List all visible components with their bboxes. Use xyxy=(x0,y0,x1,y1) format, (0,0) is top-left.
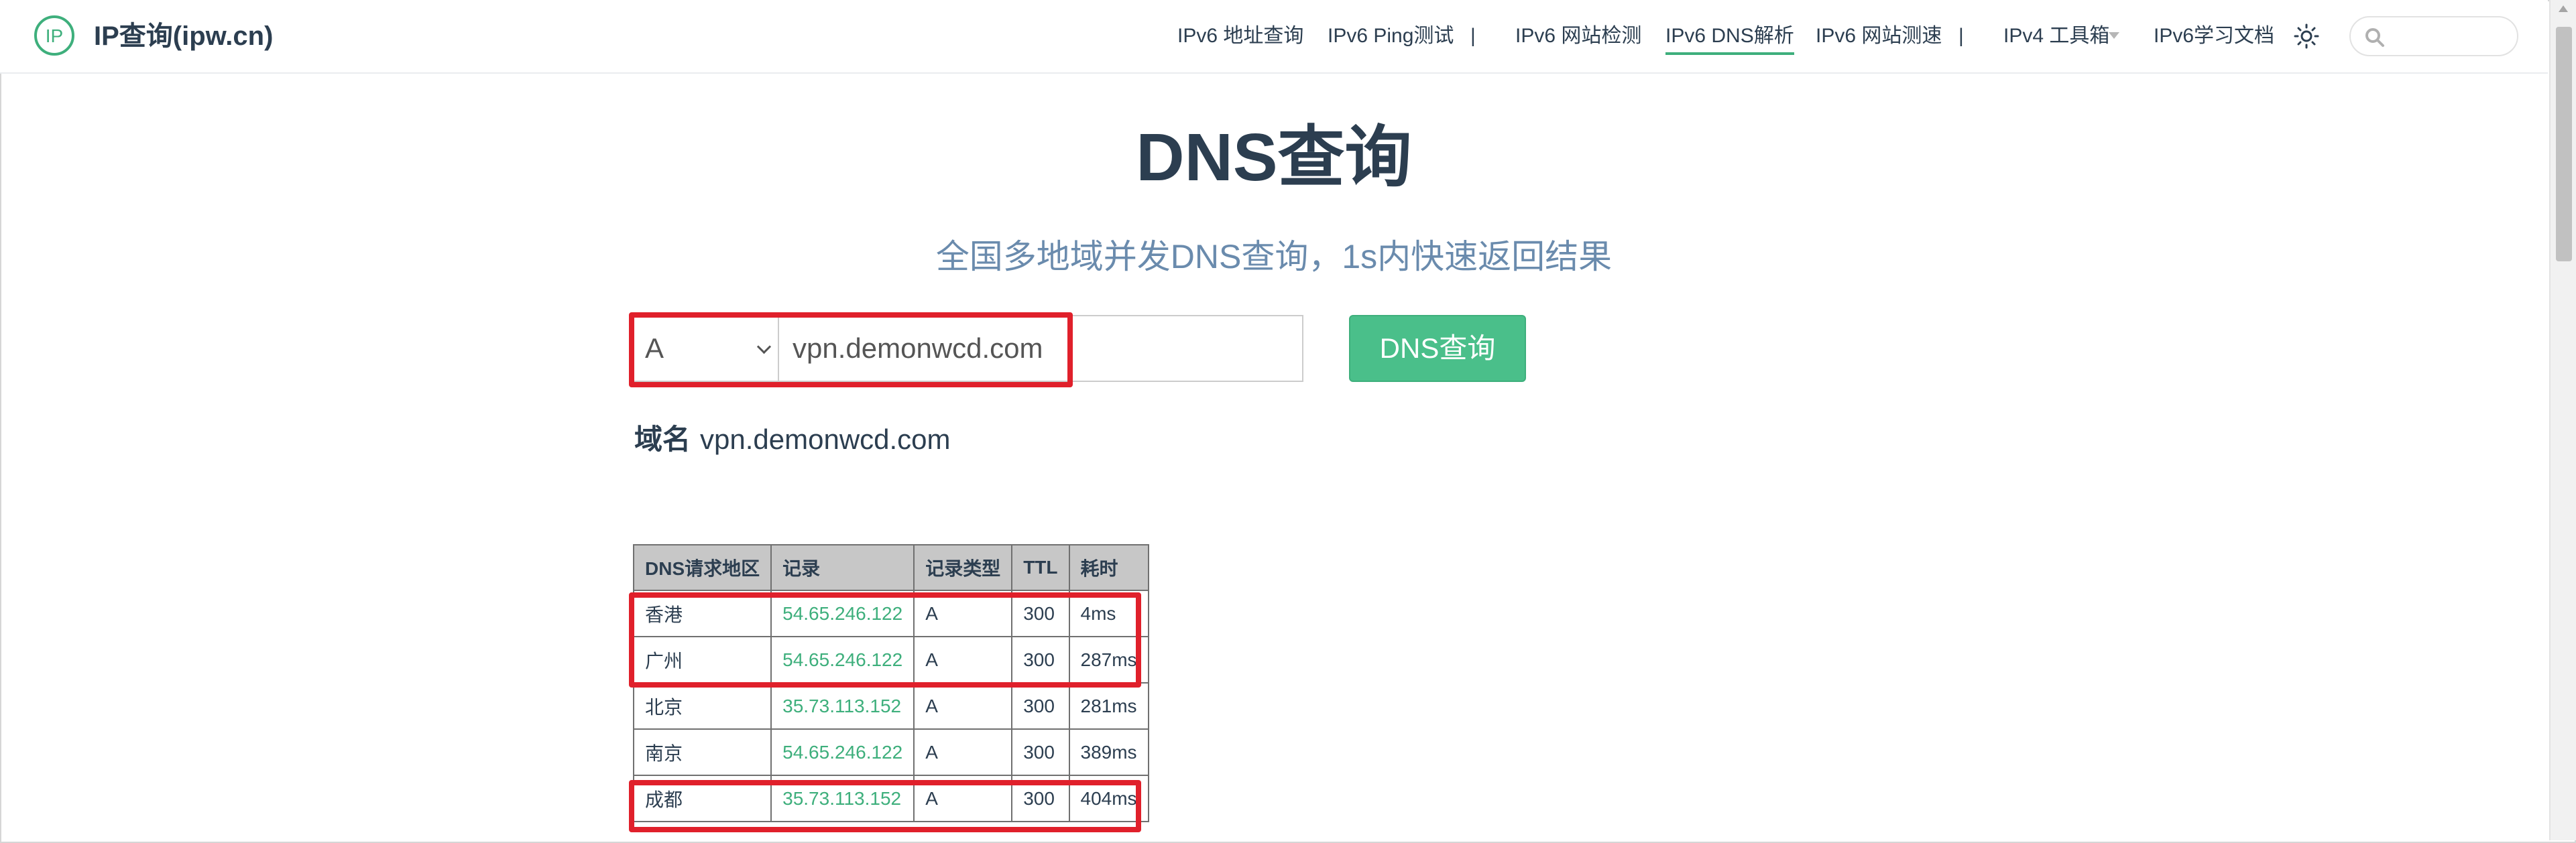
page-subtitle: 全国多地域并发DNS查询，1s内快速返回结果 xyxy=(935,238,1613,275)
cell-time: 389ms xyxy=(1068,728,1149,776)
record-type-select[interactable]: A xyxy=(630,315,778,382)
table-row: 广州 54.65.246.122 A 300 287ms xyxy=(632,636,1149,684)
cell-record: 35.73.113.152 xyxy=(770,682,915,730)
page-title: DNS查询 xyxy=(1136,120,1412,195)
domain-input[interactable] xyxy=(778,315,1303,382)
sun-icon[interactable] xyxy=(2293,23,2320,50)
cell-region: 广州 xyxy=(632,636,772,684)
nav-ipv4-toolbox[interactable]: IPv4 工具箱 xyxy=(2003,23,2109,50)
cell-ttl: 300 xyxy=(1011,775,1070,822)
top-navbar: IP IP查询(ipw.cn) IPv6 地址查询 IPv6 Ping测试 | … xyxy=(0,0,2548,74)
site-title[interactable]: IP查询(ipw.cn) xyxy=(94,19,273,54)
search-icon xyxy=(2365,28,2384,47)
cell-ttl: 300 xyxy=(1011,636,1070,684)
cell-time: 287ms xyxy=(1068,636,1149,684)
cell-region: 香港 xyxy=(632,590,772,637)
cell-ttl: 300 xyxy=(1011,590,1070,637)
col-time: 耗时 xyxy=(1068,544,1149,591)
nav-separator: | xyxy=(1470,25,1476,47)
chevron-down-icon xyxy=(756,339,772,354)
nav-ipv6-site-speed[interactable]: IPv6 网站测速 xyxy=(1816,23,1942,50)
cell-time: 281ms xyxy=(1068,682,1149,730)
col-ttl: TTL xyxy=(1011,544,1070,591)
cell-record: 54.65.246.122 xyxy=(770,728,915,776)
cell-region: 北京 xyxy=(632,682,772,730)
dns-result-table: DNS请求地区 记录 记录类型 TTL 耗时 香港 54.65.246.122 … xyxy=(632,544,1149,822)
cell-record: 35.73.113.152 xyxy=(770,775,915,822)
table-row: 北京 35.73.113.152 A 300 281ms xyxy=(632,682,1149,730)
col-region: DNS请求地区 xyxy=(632,544,772,591)
cell-region: 南京 xyxy=(632,728,772,776)
nav-ipv6-dns-resolve[interactable]: IPv6 DNS解析 xyxy=(1665,23,1794,55)
cell-time: 4ms xyxy=(1068,590,1149,637)
cell-ttl: 300 xyxy=(1011,728,1070,776)
table-header-row: DNS请求地区 记录 记录类型 TTL 耗时 xyxy=(632,544,1149,591)
nav-separator: | xyxy=(1958,25,1964,47)
cell-time: 404ms xyxy=(1068,775,1149,822)
scroll-up-arrow-icon[interactable] xyxy=(2559,5,2568,12)
table-row: 成都 35.73.113.152 A 300 404ms xyxy=(632,775,1149,822)
cell-ttl: 300 xyxy=(1011,682,1070,730)
search-box[interactable] xyxy=(2349,16,2518,56)
table-row: 南京 54.65.246.122 A 300 389ms xyxy=(632,728,1149,776)
nav-ipv6-site-check[interactable]: IPv6 网站检测 xyxy=(1515,23,1641,50)
domain-label: 域名 xyxy=(634,424,691,455)
domain-value: vpn.demonwcd.com xyxy=(700,424,951,455)
nav-ipv6-address-lookup[interactable]: IPv6 地址查询 xyxy=(1177,23,1303,50)
col-record-type: 记录类型 xyxy=(913,544,1013,591)
ip-logo-icon[interactable]: IP xyxy=(34,15,75,56)
cell-type: A xyxy=(913,636,1013,684)
table-row: 香港 54.65.246.122 A 300 4ms xyxy=(632,590,1149,637)
record-type-value: A xyxy=(645,332,664,364)
cell-record: 54.65.246.122 xyxy=(770,590,915,637)
cell-type: A xyxy=(913,590,1013,637)
nav-ipv6-docs[interactable]: IPv6学习文档 xyxy=(2154,23,2274,50)
result-domain: 域名 vpn.demonwcd.com xyxy=(634,421,951,458)
nav-ipv6-ping-test[interactable]: IPv6 Ping测试 xyxy=(1328,23,1454,50)
cell-type: A xyxy=(913,682,1013,730)
chevron-down-icon[interactable] xyxy=(2109,32,2119,39)
cell-type: A xyxy=(913,728,1013,776)
cell-record: 54.65.246.122 xyxy=(770,636,915,684)
dns-query-button[interactable]: DNS查询 xyxy=(1349,315,1526,382)
col-record: 记录 xyxy=(770,544,915,591)
cell-type: A xyxy=(913,775,1013,822)
vertical-scrollbar[interactable] xyxy=(2549,0,2576,840)
cell-region: 成都 xyxy=(632,775,772,822)
scrollbar-thumb[interactable] xyxy=(2556,27,2572,261)
svg-text:IP: IP xyxy=(46,25,63,46)
